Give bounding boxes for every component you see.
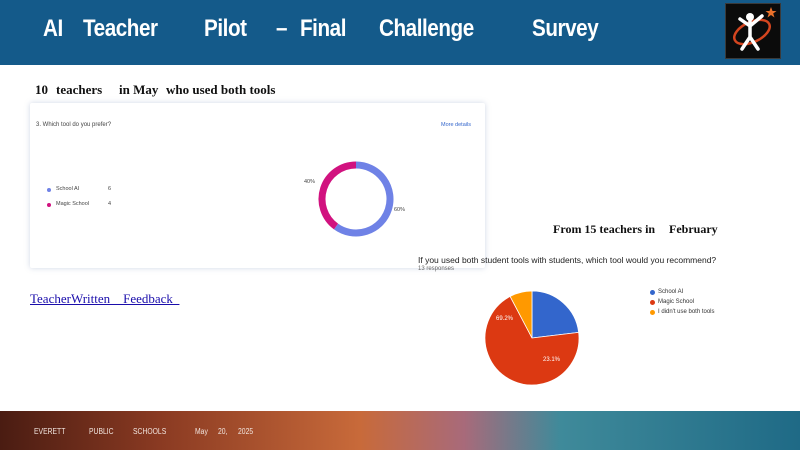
chart2-question: If you used both student tools with stud… [418,255,717,265]
footer-banner [0,411,800,450]
chart1-pct-label: 60% [394,207,406,213]
section1-heading-word: who used both tools [166,82,276,97]
legend-swatch-didnt-use [650,310,655,315]
section1-heading-word: in May [119,82,159,97]
title-word: Challenge [379,15,474,42]
legend-label: Magic School [56,201,90,207]
footer-word: SCHOOLS [133,427,167,436]
title-word: Pilot [204,15,247,42]
section2-heading-word: From 15 teachers in [553,222,656,236]
legend-swatch-school-ai [650,290,655,295]
title-word: – [276,15,288,42]
legend-label: School AI [56,186,80,192]
pie-slice-school-ai [531,290,580,339]
title-word: Final [300,15,347,42]
legend-value: 4 [108,201,112,207]
footer-word: 2025 [238,427,254,436]
legend-label: Magic School [658,299,695,305]
title-word: Teacher [83,15,158,42]
page-title: AI Teacher Pilot – Final Challenge Surve… [0,0,720,65]
more-details-link[interactable]: More details [441,122,471,128]
person-with-star-logo-icon [733,7,777,51]
legend-value: 6 [108,186,112,192]
tool-preference-chart-card: 3. Which tool do you prefer? More detail… [30,103,485,268]
pie-chart [484,290,580,386]
legend-label: School AI [658,289,684,295]
legend-swatch-magic-school [47,203,51,207]
legend-swatch-magic-school [650,300,655,305]
chart1-pct-label: 40% [304,179,316,185]
title-word: Survey [532,15,599,42]
section2-heading-word: February [669,222,718,236]
legend-label: I didn't use both tools [658,309,715,315]
section1-heading-word: teachers [56,82,103,97]
district-logo [725,3,781,59]
section1-heading-word: 10 [35,82,48,97]
chart2-responses: 13 responses [418,266,455,272]
footer-word: May [195,427,208,436]
footer-word: EVERETT [34,427,66,436]
donut-slice-magic-school [318,161,357,230]
chart2-pct-label: 69.2% [496,316,514,322]
donut-slice-school-ai [333,161,394,237]
donut-chart [318,161,394,237]
legend-swatch-school-ai [47,188,51,192]
chart2-pct-label: 23.1% [543,357,561,363]
chart1-question: 3. Which tool do you prefer? [36,122,112,128]
teacher-feedback-link[interactable]: TeacherWritten Feedback [30,291,179,307]
footer-word: PUBLIC [89,427,114,436]
footer-word: 20, [218,427,228,436]
title-word: AI [43,15,63,42]
